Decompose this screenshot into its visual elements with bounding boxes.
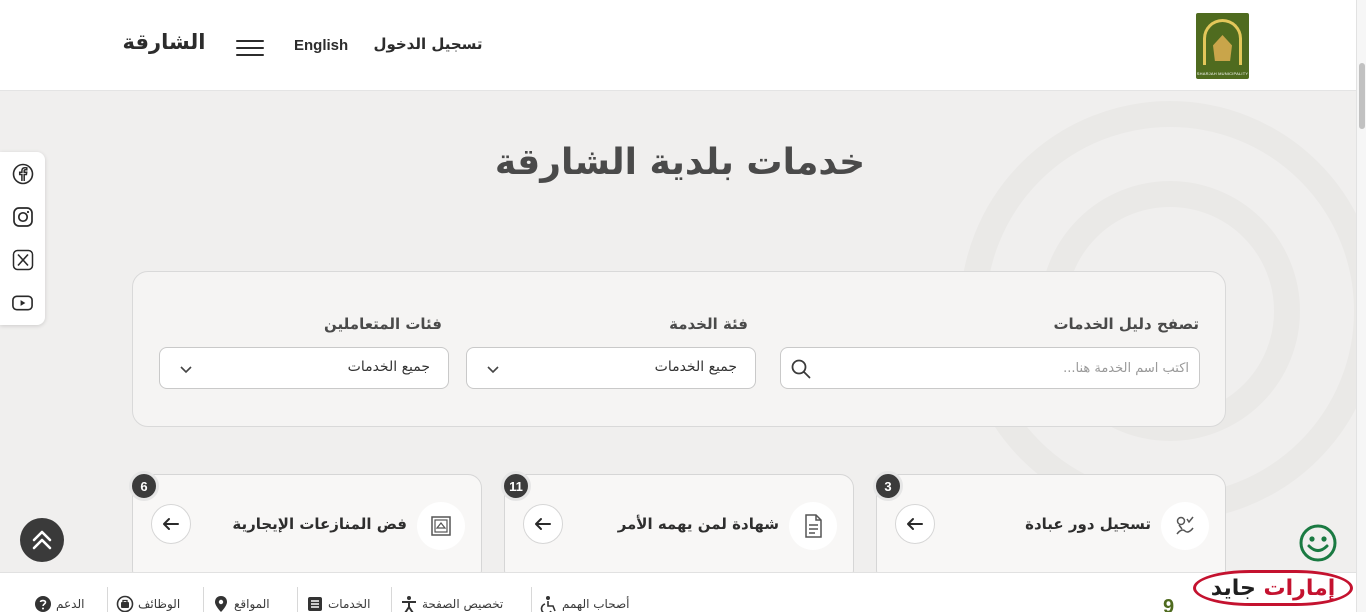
- customer-category-value: جميع الخدمات: [347, 359, 430, 375]
- arrow-left-icon[interactable]: [523, 504, 563, 544]
- customize-page-link[interactable]: تخصيص الصفحة: [400, 595, 503, 612]
- feedback-smiley-icon[interactable]: [1298, 523, 1338, 563]
- customer-category-select[interactable]: جميع الخدمات: [159, 347, 449, 389]
- bottom-quick-links-bar: أصحاب الهمم تخصيص الصفحة الخدمات المواقع…: [0, 572, 1356, 612]
- facebook-icon[interactable]: [11, 162, 34, 185]
- hamburger-menu-icon[interactable]: [234, 38, 266, 58]
- top-header: SHARJAH MUNICIPALITY تسجيل الدخول Englis…: [0, 0, 1356, 91]
- divider: [107, 587, 108, 612]
- service-count-badge: 11: [501, 471, 531, 501]
- service-count-badge: 3: [873, 471, 903, 501]
- location-pin-icon: [212, 595, 230, 612]
- scroll-to-top-button[interactable]: [20, 518, 64, 562]
- social-media-bar: [0, 152, 45, 325]
- worship-registration-icon: [1161, 502, 1209, 550]
- service-card[interactable]: شهادة لمن يهمه الأمر: [504, 474, 854, 584]
- watermark-part-dark: جايد: [1210, 575, 1256, 601]
- login-link[interactable]: تسجيل الدخول: [372, 35, 484, 53]
- sharjah-municipality-logo[interactable]: SHARJAH MUNICIPALITY: [1196, 13, 1249, 79]
- watermark-part-red: إمارات: [1263, 575, 1336, 601]
- scrollbar-thumb[interactable]: [1359, 63, 1365, 129]
- service-card[interactable]: فض المنازعات الإيجارية: [132, 474, 482, 584]
- page-scrollbar[interactable]: [1356, 0, 1366, 612]
- locations-link[interactable]: المواقع: [212, 595, 270, 612]
- locations-label: المواقع: [234, 597, 270, 611]
- service-name: شهادة لمن يهمه الأمر: [617, 515, 779, 533]
- help-icon: [34, 595, 52, 612]
- arrow-left-icon[interactable]: [151, 504, 191, 544]
- audience-label: فئات المتعاملين: [324, 315, 442, 333]
- certificate-document-icon: [789, 502, 837, 550]
- emarat-jayed-watermark: إمارات جايد: [1193, 570, 1353, 606]
- double-chevron-up-icon: [32, 530, 52, 550]
- service-count-badge: 6: [129, 471, 159, 501]
- language-switch-link[interactable]: English: [294, 37, 348, 54]
- jobs-link[interactable]: الوظائف: [116, 595, 180, 612]
- instagram-icon[interactable]: [11, 205, 34, 228]
- category-label: فئة الخدمة: [669, 315, 748, 333]
- search-icon[interactable]: [790, 358, 812, 380]
- service-search-field[interactable]: [780, 347, 1200, 389]
- chevron-down-icon: [180, 366, 192, 374]
- service-name: فض المنازعات الإيجارية: [232, 515, 407, 533]
- services-list-icon: [306, 595, 324, 612]
- brand-title[interactable]: الشارقة: [116, 30, 212, 54]
- service-card[interactable]: تسجيل دور عبادة: [876, 474, 1226, 584]
- services-filter-panel: تصفح دليل الخدمات فئة الخدمة فئات المتعا…: [132, 271, 1226, 427]
- page-title: خدمات بلدية الشارقة: [494, 142, 866, 183]
- youtube-icon[interactable]: [11, 291, 34, 314]
- divider: [531, 587, 532, 612]
- support-link[interactable]: الدعم: [34, 595, 84, 612]
- customize-page-label: تخصيص الصفحة: [422, 597, 504, 611]
- logo-text: SHARJAH MUNICIPALITY: [1196, 71, 1249, 76]
- arrow-left-icon[interactable]: [895, 504, 935, 544]
- partial-hotline-icon: 9: [1163, 596, 1175, 612]
- divider: [203, 587, 204, 612]
- service-search-input[interactable]: [821, 348, 1189, 388]
- search-label: تصفح دليل الخدمات: [1053, 315, 1199, 333]
- rental-dispute-icon: [417, 502, 465, 550]
- service-category-select[interactable]: جميع الخدمات: [466, 347, 756, 389]
- customize-person-icon: [400, 595, 418, 612]
- services-link[interactable]: الخدمات: [306, 595, 370, 612]
- chevron-down-icon: [487, 366, 499, 374]
- support-label: الدعم: [56, 597, 85, 611]
- accessibility-icon: [540, 595, 558, 612]
- service-category-value: جميع الخدمات: [654, 359, 737, 375]
- divider: [391, 587, 392, 612]
- jobs-label: الوظائف: [138, 597, 181, 611]
- accessibility-link[interactable]: أصحاب الهمم: [540, 595, 629, 612]
- services-label: الخدمات: [328, 597, 371, 611]
- x-icon[interactable]: [11, 248, 34, 271]
- jobs-icon: [116, 595, 134, 612]
- divider: [297, 587, 298, 612]
- service-name: تسجيل دور عبادة: [1025, 515, 1151, 533]
- accessibility-label: أصحاب الهمم: [562, 597, 630, 611]
